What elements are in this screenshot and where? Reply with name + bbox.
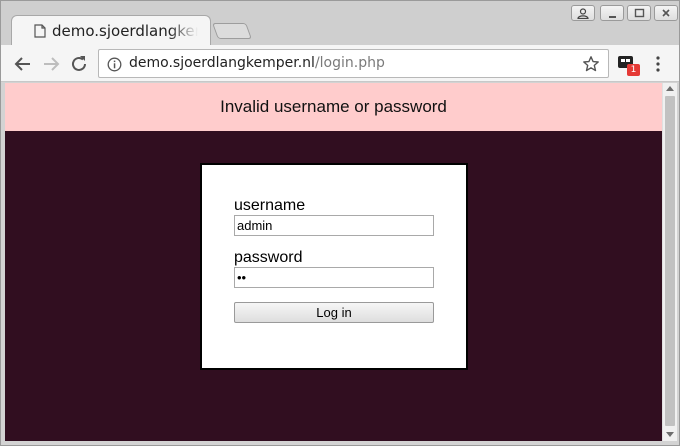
- tab-title: demo.sjoerdlangkemper.nl/login.php: [52, 22, 198, 40]
- url-text[interactable]: demo.sjoerdlangkemper.nl/login.php: [129, 55, 385, 71]
- username-input[interactable]: admin: [234, 215, 434, 236]
- username-label: username: [234, 197, 306, 214]
- scroll-down-arrow-icon[interactable]: [666, 432, 674, 437]
- close-button[interactable]: [654, 5, 678, 21]
- url-host: demo.sjoerdlangkemper.nl: [129, 55, 315, 71]
- close-icon: [662, 9, 670, 17]
- maximize-icon: [634, 8, 645, 18]
- minimize-icon: [609, 16, 616, 18]
- scrollbar[interactable]: [662, 83, 677, 441]
- error-banner: Invalid username or password: [5, 83, 662, 131]
- info-icon[interactable]: [107, 57, 122, 72]
- minimize-button[interactable]: [600, 5, 624, 21]
- page-icon: [34, 24, 46, 38]
- address-bar[interactable]: demo.sjoerdlangkemper.nl/login.php: [98, 49, 609, 78]
- profile-icon: [577, 8, 589, 19]
- forward-arrow-icon[interactable]: [39, 52, 63, 76]
- browser-window: demo.sjoerdlangkemper.nl/login.php demo.…: [0, 0, 680, 446]
- scrollbar-thumb[interactable]: [665, 96, 675, 426]
- login-form: username admin password •• Log in: [200, 163, 468, 370]
- extension-badge: 1: [627, 64, 640, 76]
- password-input[interactable]: ••: [234, 267, 434, 288]
- new-tab-button[interactable]: [212, 23, 252, 39]
- password-label: password: [234, 249, 303, 266]
- page-viewport: Invalid username or password username ad…: [5, 83, 662, 441]
- scroll-up-arrow-icon[interactable]: [666, 86, 674, 91]
- tab-active[interactable]: demo.sjoerdlangkemper.nl/login.php: [11, 15, 211, 45]
- star-icon[interactable]: [582, 55, 600, 73]
- maximize-button[interactable]: [627, 5, 651, 21]
- browser-toolbar: demo.sjoerdlangkemper.nl/login.php 1: [1, 45, 679, 82]
- tab-strip: demo.sjoerdlangkemper.nl/login.php: [1, 1, 679, 45]
- login-button[interactable]: Log in: [234, 302, 434, 323]
- profile-button[interactable]: [571, 5, 595, 21]
- extension-button[interactable]: 1: [617, 54, 641, 78]
- error-message: Invalid username or password: [220, 97, 447, 116]
- menu-icon[interactable]: [651, 54, 665, 74]
- url-path: /login.php: [314, 55, 385, 71]
- reload-icon[interactable]: [67, 52, 91, 76]
- back-arrow-icon[interactable]: [11, 52, 35, 76]
